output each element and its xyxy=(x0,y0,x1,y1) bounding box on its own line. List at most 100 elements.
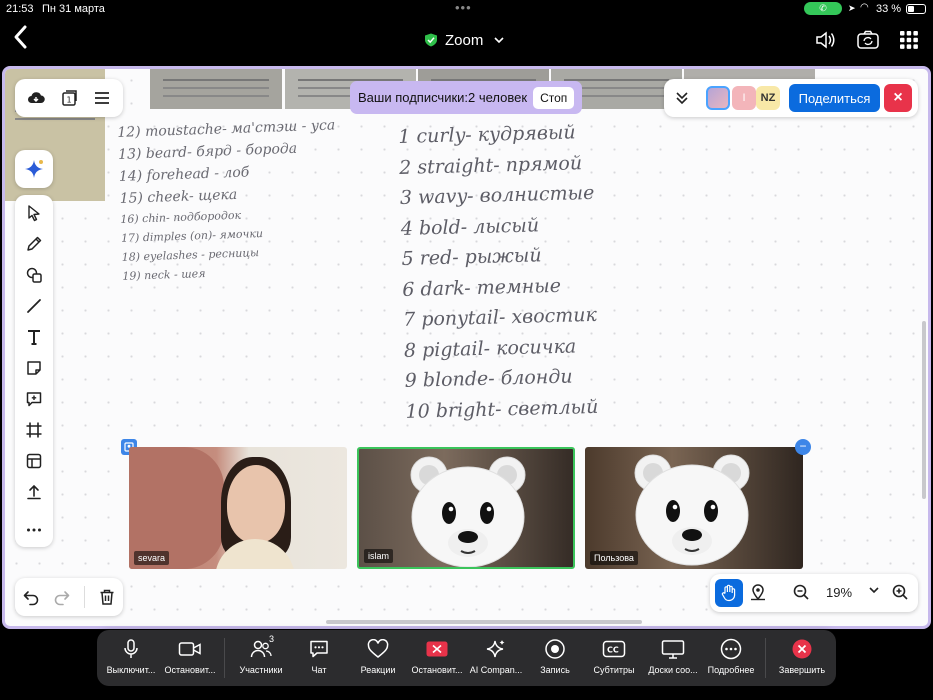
pages-icon[interactable]: 1 xyxy=(60,89,78,107)
pen-icon[interactable] xyxy=(15,229,53,259)
collaborator-avatar[interactable] xyxy=(706,86,730,110)
chat-icon xyxy=(310,640,328,658)
battery-percent: 33 % xyxy=(876,3,902,15)
meeting-title-dropdown[interactable]: Zoom xyxy=(424,29,504,51)
collaborator-avatar[interactable]: I xyxy=(732,86,756,110)
board-photo[interactable] xyxy=(150,69,282,109)
stop-share-button[interactable]: Остановит... xyxy=(407,636,467,682)
ai-companion-button[interactable]: AI Compan... xyxy=(466,636,526,682)
switch-camera-icon[interactable] xyxy=(855,27,881,53)
video-camera-icon xyxy=(178,642,201,656)
more-icon xyxy=(720,638,742,660)
bear-avatar-icon xyxy=(634,454,750,566)
dock-divider xyxy=(224,638,225,678)
share-button[interactable]: Поделиться xyxy=(789,84,880,112)
participants-button[interactable]: 3 Участники xyxy=(231,634,291,682)
following-subscribers-banner: Ваши подписчики:2 человек Стоп xyxy=(350,81,582,114)
participant-name: Пользова xyxy=(590,551,638,565)
meeting-controls-dock: Выключит... Остановит... 3 Участники Чат… xyxy=(97,630,836,686)
bear-avatar-icon xyxy=(410,456,526,567)
video-tile[interactable]: sevara xyxy=(129,447,347,569)
active-call-pill-icon[interactable]: ✆ xyxy=(804,2,842,15)
frame-icon[interactable] xyxy=(15,415,53,445)
status-bar: 21:53 Пн 31 марта ••• ✆ ➤ ◠ 33 % xyxy=(0,0,933,18)
svg-text:1: 1 xyxy=(66,96,71,105)
grid-view-icon[interactable] xyxy=(896,27,922,53)
ai-sparkle-icon xyxy=(25,160,43,178)
stop-video-button[interactable]: Остановит... xyxy=(160,636,220,682)
meeting-title: Zoom xyxy=(445,31,484,49)
location-pin-icon[interactable] xyxy=(749,583,767,601)
record-icon xyxy=(545,639,565,659)
menu-icon[interactable] xyxy=(93,89,111,107)
ai-companion-board-button[interactable] xyxy=(15,150,53,188)
cloud-save-icon[interactable] xyxy=(27,89,45,107)
more-button[interactable]: Подробнее xyxy=(701,636,761,682)
back-icon[interactable] xyxy=(12,24,28,56)
dock-divider xyxy=(765,638,766,678)
microphone-icon xyxy=(124,639,138,658)
zoom-out-icon[interactable] xyxy=(792,583,810,601)
text-icon[interactable] xyxy=(15,322,53,352)
reactions-button[interactable]: Реакции xyxy=(348,636,408,682)
whiteboards-button[interactable]: Доски соо... xyxy=(643,636,703,682)
select-pointer-icon[interactable] xyxy=(15,198,53,228)
status-time: 21:53 xyxy=(6,3,34,15)
handwritten-notes-left: 12) moustache- мa'стэш - уса 13) beard- … xyxy=(117,114,340,286)
dock-label: AI Compan... xyxy=(469,665,523,675)
video-tile[interactable]: Пользова xyxy=(585,447,803,569)
zoom-in-icon[interactable] xyxy=(891,583,909,601)
comment-icon[interactable] xyxy=(15,384,53,414)
speaker-icon[interactable] xyxy=(813,27,839,53)
stop-following-button[interactable]: Стоп xyxy=(533,86,575,109)
svg-text:CC: CC xyxy=(607,646,619,655)
zoom-dropdown-icon[interactable] xyxy=(869,585,879,597)
collapse-chevrons-icon[interactable] xyxy=(672,88,692,108)
end-meeting-button[interactable]: Завершить xyxy=(772,636,832,682)
dock-label: Участники xyxy=(239,665,283,675)
collaborator-avatar[interactable]: NZ xyxy=(756,86,780,110)
mute-button[interactable]: Выключит... xyxy=(101,636,161,682)
captions-button[interactable]: CC Субтитры xyxy=(584,636,644,682)
subscribers-text: Ваши подписчики:2 человек xyxy=(358,90,528,105)
minimize-videos-icon[interactable]: − xyxy=(795,439,811,455)
participants-count-badge: 3 xyxy=(269,634,275,644)
multitasking-dots-icon[interactable]: ••• xyxy=(455,0,472,15)
captions-icon: CC xyxy=(602,640,626,658)
dock-label: Остановит... xyxy=(411,665,463,675)
whiteboard-icon xyxy=(661,640,685,659)
upload-icon[interactable] xyxy=(15,477,53,507)
participant-face xyxy=(227,465,285,543)
dock-label: Завершить xyxy=(778,665,826,675)
shapes-icon[interactable] xyxy=(15,260,53,290)
chat-button[interactable]: Чат xyxy=(289,636,349,682)
zoom-level[interactable]: 19% xyxy=(826,585,852,600)
end-call-icon xyxy=(792,639,812,659)
ai-sparkle-icon xyxy=(486,640,505,658)
record-button[interactable]: Запись xyxy=(525,636,585,682)
sticky-note-icon[interactable] xyxy=(15,353,53,383)
dock-label: Остановит... xyxy=(164,665,216,675)
delete-icon[interactable] xyxy=(98,588,116,606)
board-file-toolbar: 1 xyxy=(15,79,123,117)
collaborators-share-panel: I NZ Поделиться × xyxy=(664,79,918,117)
drawing-tools-bar xyxy=(15,195,53,547)
video-tile-active-speaker[interactable]: islam xyxy=(357,447,575,569)
handwritten-notes-right: 1 curly- кудрявый 2 straight- прямой 3 w… xyxy=(398,117,600,427)
horizontal-scrollbar[interactable] xyxy=(326,620,642,624)
status-date: Пн 31 марта xyxy=(42,3,105,15)
heart-icon xyxy=(367,639,389,658)
templates-icon[interactable] xyxy=(15,446,53,476)
note-line: 1 curly- кудрявый xyxy=(398,121,576,148)
participant-name: sevara xyxy=(134,551,170,565)
close-board-button[interactable]: × xyxy=(884,84,912,112)
more-tools-icon[interactable] xyxy=(15,515,53,545)
redo-icon[interactable] xyxy=(53,588,71,606)
note-line: 7 ponytail- хвостик xyxy=(402,303,598,331)
line-icon[interactable] xyxy=(15,291,53,321)
undo-icon[interactable] xyxy=(22,588,40,606)
hand-pan-icon[interactable] xyxy=(715,579,743,607)
vertical-scrollbar[interactable] xyxy=(922,321,926,499)
chevron-down-icon xyxy=(494,37,504,44)
dock-label: Субтитры xyxy=(593,665,635,675)
